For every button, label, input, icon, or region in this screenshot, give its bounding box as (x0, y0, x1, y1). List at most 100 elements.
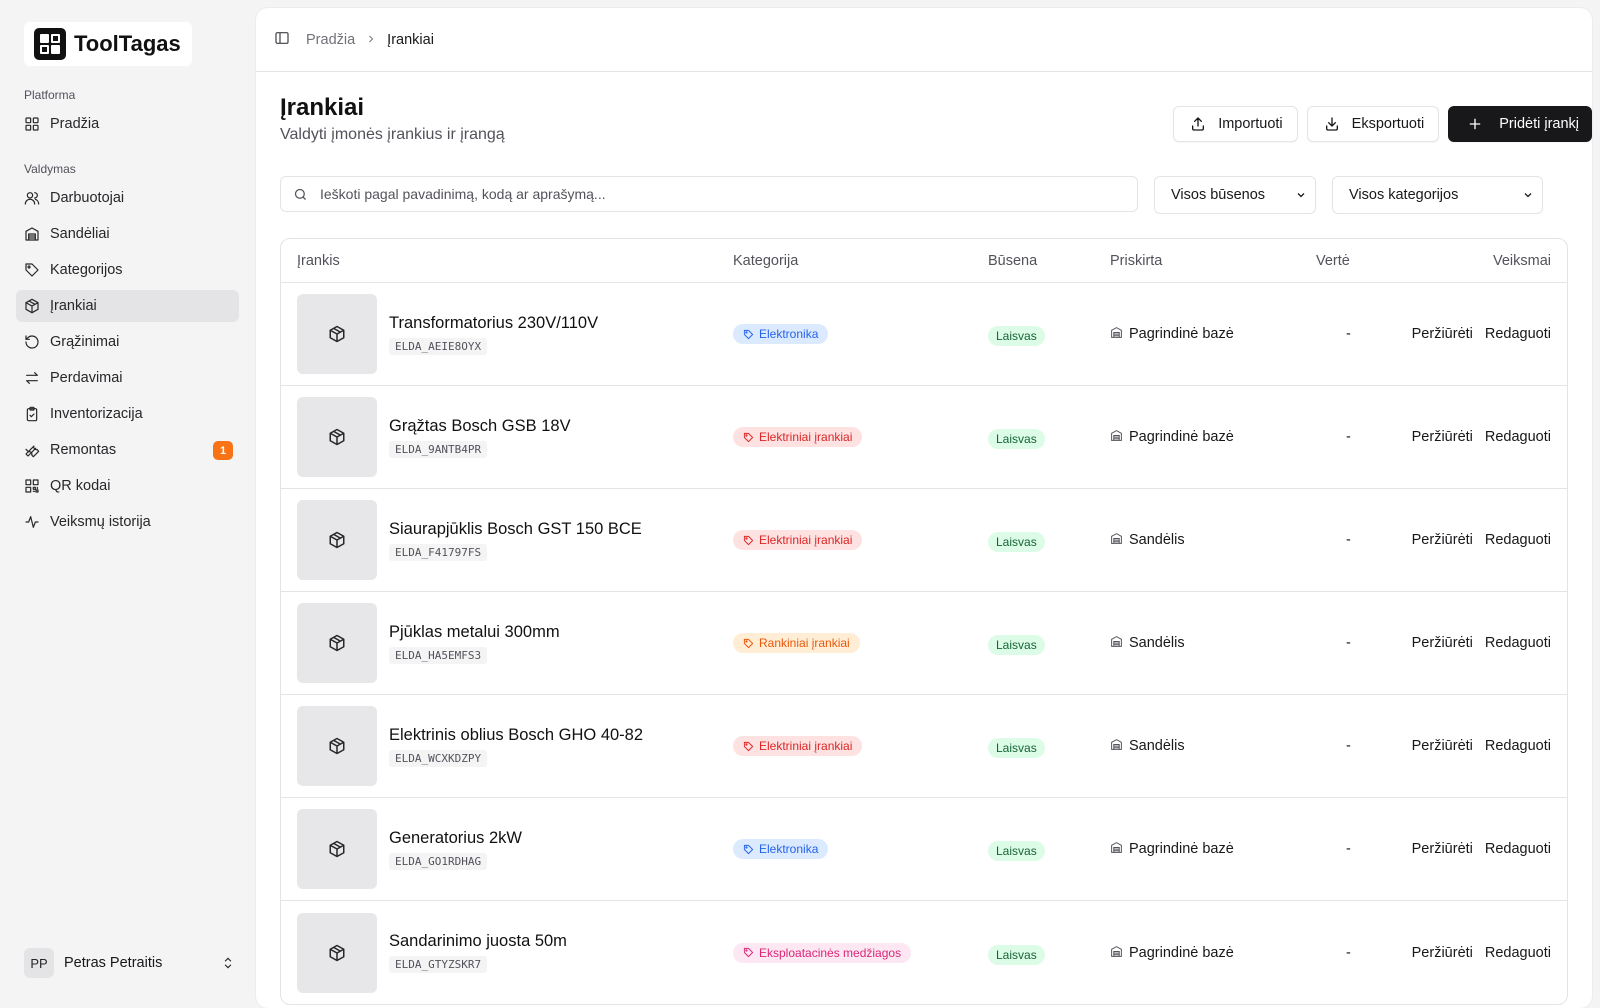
assigned-location: Pagrindinė bazė (1129, 841, 1234, 857)
sidebar-item-tools[interactable]: Įrankiai (16, 290, 239, 322)
export-label: Eksportuoti (1351, 116, 1425, 132)
tool-name[interactable]: Siaurapjūklis Bosch GST 150 BCE (389, 520, 642, 539)
sidebar-item-home[interactable]: Pradžia (16, 108, 239, 140)
sidebar-item-employees[interactable]: Darbuotojai (16, 182, 239, 214)
value-cell: - (1346, 944, 1351, 961)
user-menu[interactable]: PP Petras Petraitis (24, 948, 235, 978)
tool-cell: Elektrinis oblius Bosch GHO 40-82 ELDA_W… (281, 706, 733, 786)
sidebar-item-returns[interactable]: Grąžinimai (16, 326, 239, 358)
tools-table: Įrankis Kategorija Būsena Priskirta Vert… (280, 238, 1568, 1005)
status-cell: Laisvas (988, 631, 1110, 655)
table-row[interactable]: Pjūklas metalui 300mm ELDA_HA5EMFS3 Rank… (281, 592, 1567, 695)
category-tag: Rankiniai įrankiai (733, 633, 860, 653)
tool-name[interactable]: Sandarinimo juosta 50m (389, 932, 567, 951)
view-link[interactable]: Peržiūrėti (1412, 635, 1473, 651)
warehouse-icon (1110, 635, 1123, 651)
category-tag: Elektronika (733, 839, 829, 859)
tool-name[interactable]: Grąžtas Bosch GSB 18V (389, 417, 571, 436)
tool-code: ELDA_GTYZSKR7 (389, 956, 488, 973)
category-tag: Elektronika (733, 324, 829, 344)
edit-link[interactable]: Redaguoti (1485, 635, 1551, 651)
category-filter-select[interactable]: Visos kategorijos (1332, 176, 1543, 214)
import-button[interactable]: Importuoti (1173, 106, 1298, 142)
warehouse-icon (1110, 945, 1123, 961)
table-row[interactable]: Elektrinis oblius Bosch GHO 40-82 ELDA_W… (281, 695, 1567, 798)
view-link[interactable]: Peržiūrėti (1412, 738, 1473, 754)
package-icon (329, 634, 345, 652)
breadcrumb-current: Įrankiai (387, 31, 434, 48)
sidebar-item-label: Veiksmų istorija (50, 514, 151, 530)
sidebar-item-qr-codes[interactable]: QR kodai (16, 470, 239, 502)
tool-name[interactable]: Transformatorius 230V/110V (389, 314, 598, 333)
status-filter-select[interactable]: Visos būsenos (1154, 176, 1316, 214)
table-row[interactable]: Generatorius 2kW ELDA_GO1RDHAG Elektroni… (281, 798, 1567, 901)
value-cell: - (1346, 738, 1351, 754)
undo-icon (25, 335, 39, 349)
nav-group-platform: Platforma (24, 88, 76, 102)
app-logo[interactable]: ToolTagas (24, 22, 192, 66)
assigned-location: Pagrindinė bazė (1129, 326, 1234, 342)
table-row[interactable]: Siaurapjūklis Bosch GST 150 BCE ELDA_F41… (281, 489, 1567, 592)
sidebar-toggle-button[interactable] (274, 30, 290, 49)
view-link[interactable]: Peržiūrėti (1412, 326, 1473, 342)
add-tool-button[interactable]: Pridėti įrankį (1448, 106, 1592, 142)
warehouse-icon (1110, 326, 1123, 342)
category-label: Eksploatacinės medžiagos (759, 945, 902, 960)
view-link[interactable]: Peržiūrėti (1412, 841, 1473, 857)
category-cell: Elektronika (733, 839, 988, 859)
edit-link[interactable]: Redaguoti (1485, 532, 1551, 548)
actions-cell: Peržiūrėti Redaguoti (1399, 738, 1567, 754)
nav-group-manage: Valdymas (24, 162, 76, 176)
search-input[interactable] (320, 186, 1125, 202)
plus-icon (1469, 118, 1481, 130)
table-row[interactable]: Grąžtas Bosch GSB 18V ELDA_9ANTB4PR Elek… (281, 386, 1567, 489)
tag-icon (743, 638, 754, 648)
sidebar-item-warehouses[interactable]: Sandėliai (16, 218, 239, 250)
sidebar-item-transfers[interactable]: Perdavimai (16, 362, 239, 394)
view-link[interactable]: Peržiūrėti (1412, 532, 1473, 548)
tool-name[interactable]: Pjūklas metalui 300mm (389, 623, 560, 642)
category-label: Elektriniai įrankiai (759, 533, 853, 547)
package-icon (329, 325, 345, 343)
package-icon (329, 944, 345, 961)
tool-thumbnail (297, 294, 377, 374)
category-filter-value: Visos kategorijos (1349, 187, 1459, 203)
status-cell: Laisvas (988, 734, 1110, 758)
table-row[interactable]: Sandarinimo juosta 50m ELDA_GTYZSKR7 Eks… (281, 901, 1567, 1004)
tool-code: ELDA_HA5EMFS3 (389, 646, 488, 664)
sidebar-item-label: Pradžia (50, 116, 100, 132)
sidebar-item-label: Remontas (50, 442, 117, 458)
export-button[interactable]: Eksportuoti (1306, 106, 1440, 142)
sidebar-item-inventory[interactable]: Inventorizacija (16, 398, 239, 430)
view-link[interactable]: Peržiūrėti (1412, 945, 1473, 961)
category-label: Elektriniai įrankiai (759, 430, 853, 444)
sidebar-item-label: QR kodai (50, 478, 111, 494)
edit-link[interactable]: Redaguoti (1485, 326, 1551, 342)
category-cell: Elektriniai įrankiai (733, 530, 988, 550)
edit-link[interactable]: Redaguoti (1485, 429, 1551, 445)
chevron-down-icon (1297, 193, 1305, 198)
sidebar-item-activity[interactable]: Veiksmų istorija (16, 506, 239, 538)
breadcrumb-home[interactable]: Pradžia (306, 32, 355, 48)
tool-cell: Siaurapjūklis Bosch GST 150 BCE ELDA_F41… (281, 500, 733, 580)
edit-link[interactable]: Redaguoti (1485, 945, 1551, 961)
tool-thumbnail (297, 603, 377, 683)
tool-name[interactable]: Elektrinis oblius Bosch GHO 40-82 (389, 726, 643, 745)
add-tool-label: Pridėti įrankį (1499, 116, 1579, 132)
edit-link[interactable]: Redaguoti (1485, 738, 1551, 754)
sidebar-item-repairs[interactable]: Remontas 1 (16, 434, 239, 466)
transfer-icon (26, 372, 38, 384)
category-tag: Elektriniai įrankiai (733, 530, 863, 550)
tag-icon (743, 741, 754, 751)
topbar: Pradžia Įrankiai (256, 8, 1592, 72)
search-field[interactable] (280, 176, 1138, 212)
package-icon (25, 298, 39, 314)
edit-link[interactable]: Redaguoti (1485, 841, 1551, 857)
table-row[interactable]: Transformatorius 230V/110V ELDA_AEIE8OYX… (281, 283, 1567, 386)
view-link[interactable]: Peržiūrėti (1412, 429, 1473, 445)
category-tag: Eksploatacinės medžiagos (733, 942, 912, 963)
status-badge: Laisvas (988, 429, 1045, 449)
tool-name[interactable]: Generatorius 2kW (389, 829, 522, 848)
sidebar-item-categories[interactable]: Kategorijos (16, 254, 239, 286)
tool-code: ELDA_9ANTB4PR (389, 440, 488, 458)
